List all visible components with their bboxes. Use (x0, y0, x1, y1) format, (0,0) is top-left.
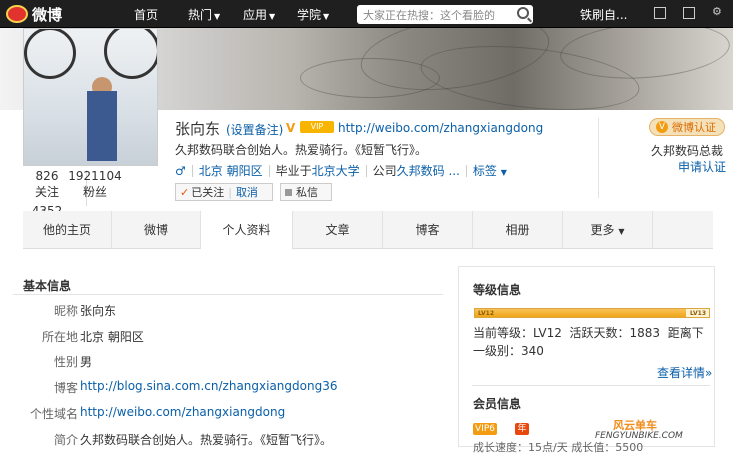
caret-down-icon: ▼ (618, 227, 625, 236)
profile-name: 张向东 (175, 120, 221, 138)
vip-level-icon[interactable]: VIP6 (473, 423, 497, 435)
vip-icon[interactable]: VIP (300, 121, 334, 133)
top-navigation-bar: 微博 首页 热门 ▼ 应用 ▼ 学院 ▼ 大家正在热搜：这个看脸的 铁刷自... ⚙ (0, 0, 733, 28)
weibo-verify-badge[interactable]: V 微博认证 (649, 118, 725, 136)
profile-bio: 久邦数码联合创始人。热爱骑行。《短暂飞行》。 (175, 143, 428, 157)
basic-info-title: 基本信息 (23, 279, 72, 293)
verify-title: 久邦数码总裁 (651, 144, 724, 158)
search-input[interactable]: 大家正在热搜：这个看脸的 (357, 5, 533, 24)
set-remark-link[interactable]: (设置备注) (226, 121, 283, 138)
level-panel: 等级信息 LV12 LV13 当前等级：LV12 活跃天数：1883 距离下一级… (458, 266, 715, 454)
tab-more[interactable]: 更多 ▼ (563, 211, 653, 249)
level-info-title: 等级信息 (473, 283, 522, 297)
weibo-logo[interactable]: 微博 (6, 4, 76, 24)
message-icon (285, 188, 292, 196)
profile-url[interactable]: http://weibo.com/zhangxiangdong (338, 121, 543, 135)
weibo-eye-icon (6, 5, 28, 23)
blog-link[interactable]: http://blog.sina.com.cn/zhangxiangdong36 (80, 379, 337, 393)
gender-icon: ♂ (175, 163, 186, 178)
edit-icon[interactable] (654, 7, 666, 19)
tab-album[interactable]: 相册 (473, 211, 563, 249)
caret-down-icon: ▼ (500, 168, 507, 177)
tab-home[interactable]: 他的主页 (23, 211, 112, 249)
profile-stats: 826 关注 1921104 粉丝 4352 (23, 168, 158, 212)
followers-count[interactable]: 1921104 粉丝 (59, 169, 131, 200)
school-link[interactable]: 北京大学 (312, 164, 360, 178)
nav-item-hot[interactable]: 热门 ▼ (188, 6, 220, 23)
check-icon: ✓ (180, 185, 190, 199)
tab-weibo[interactable]: 微博 (112, 211, 201, 249)
followed-label: 已关注 (191, 186, 225, 199)
company-link[interactable]: 久邦数码 ... (397, 164, 460, 178)
message-button[interactable]: 私信 (280, 183, 332, 201)
username-link[interactable]: 铁刷自... (580, 6, 627, 23)
settings-icon[interactable]: ⚙ (712, 5, 724, 18)
nav-item-home[interactable]: 首页 (134, 6, 158, 23)
nav-item-academy[interactable]: 学院 ▼ (297, 6, 329, 23)
nav-item-apps[interactable]: 应用 ▼ (243, 6, 275, 23)
level-end-tag: LV13 (690, 310, 706, 317)
verify-v-icon: V (656, 121, 668, 133)
unfollow-button[interactable]: 取消 (236, 184, 258, 200)
search-icon[interactable] (517, 7, 529, 19)
location-link[interactable]: 北京 朝阳区 (199, 162, 263, 179)
apply-verify-link[interactable]: 申请认证 (678, 158, 726, 175)
caret-down-icon: ▼ (269, 12, 276, 21)
tab-blog[interactable]: 博客 (383, 211, 473, 249)
mail-icon[interactable] (683, 7, 695, 19)
tab-articles[interactable]: 文章 (293, 211, 383, 249)
caret-down-icon: ▼ (214, 12, 221, 21)
follow-status: ✓ 已关注 | 取消 (175, 183, 273, 201)
profile-tabs: 他的主页 微博 个人资料 文章 博客 相册 更多 ▼ (23, 211, 713, 250)
growth-info: 成长速度：15点/天 成长值：5500 (473, 441, 644, 454)
avatar[interactable] (23, 28, 158, 166)
domain-link[interactable]: http://weibo.com/zhangxiangdong (80, 405, 285, 419)
level-start-tag: LV12 (478, 310, 494, 317)
caret-down-icon: ▼ (323, 12, 330, 21)
view-level-details-link[interactable]: 查看详情» (657, 364, 712, 381)
level-stats: 当前等级：LV12 活跃天数：1883 距离下一级别：340 (473, 326, 704, 358)
logo-text: 微博 (32, 5, 63, 24)
tab-profile-info[interactable]: 个人资料 (201, 211, 293, 250)
profile-meta: ♂ 北京 朝阳区 毕业于北京大学 公司久邦数码 ... 标签 ▼ (175, 162, 507, 179)
level-progress-bar: LV12 LV13 (474, 308, 710, 318)
annual-vip-icon[interactable]: 年 (515, 423, 529, 435)
watermark-url: FENGYUNBIKE.COM (595, 431, 683, 441)
member-info-title: 会员信息 (473, 397, 522, 411)
verified-icon[interactable]: V (286, 121, 295, 135)
tags-dropdown[interactable]: 标签 ▼ (473, 162, 507, 179)
